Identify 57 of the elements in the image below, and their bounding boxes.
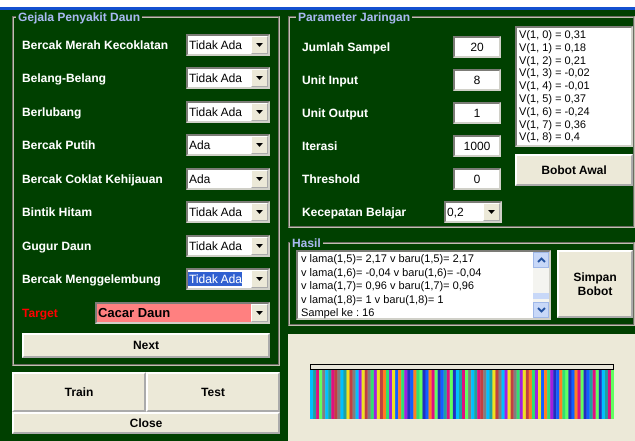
group-title: Hasil <box>291 236 322 250</box>
field-label: Belang-Belang <box>22 71 106 86</box>
dropdown[interactable]: Tidak Ada <box>186 100 270 123</box>
next-button[interactable]: Next <box>22 332 270 358</box>
list-item[interactable]: V(1, 6) = -0,24 <box>519 106 629 119</box>
list-item[interactable]: V(1, 2) = 0,21 <box>519 54 629 68</box>
dropdown[interactable]: Ada <box>186 168 270 190</box>
list-item[interactable]: V(1, 8) = 0,4 <box>519 131 629 144</box>
list-item[interactable]: V(1, 0) = 0,31 <box>519 29 629 42</box>
field-label: Iterasi <box>302 138 338 152</box>
dropdown[interactable]: 0,2 <box>444 200 502 222</box>
dropdown[interactable]: Tidak Ada <box>186 268 270 290</box>
field-label: Threshold <box>302 172 360 186</box>
list-item[interactable]: V(1, 3) = -0,02 <box>519 67 629 80</box>
field-label: Gugur Daun <box>22 238 92 253</box>
field-label: Bercak Merah Kecoklatan <box>22 38 168 52</box>
dropdown[interactable]: Tidak Ada <box>186 67 270 90</box>
list-item[interactable]: V(1, 4) = -0,01 <box>519 80 629 93</box>
input-field[interactable]: 1 <box>453 102 501 124</box>
action-button[interactable]: Train <box>12 372 146 412</box>
field-label: Bintik Hitam <box>22 205 92 220</box>
input-field[interactable]: 20 <box>453 36 501 58</box>
input-field[interactable]: 1000 <box>453 134 501 156</box>
action-button[interactable]: Close <box>12 412 280 434</box>
input-field[interactable]: 8 <box>453 68 501 90</box>
action-button[interactable]: Test <box>146 372 280 412</box>
field-label: Berlubang <box>22 104 82 119</box>
group-title: Gejala Penyakit Daun <box>17 10 142 24</box>
input-field[interactable]: 0 <box>453 168 501 190</box>
field-label: Unit Input <box>302 72 358 86</box>
field-label: Bercak Putih <box>22 138 96 152</box>
log-line: v lama(1,5)= 2,17 v baru(1,5)= 2,17 <box>301 253 476 266</box>
field-label: Bercak Coklat Kehijauan <box>22 172 163 186</box>
log-line: v lama(1,8)= 1 v baru(1,8)= 1 <box>301 294 444 307</box>
scroll-up-icon[interactable] <box>533 252 549 268</box>
log-line: v lama(1,7)= 0,96 v baru(1,7)= 0,96 <box>301 280 476 294</box>
group-title: Parameter Jaringan <box>297 10 412 24</box>
field-label: Unit Output <box>302 106 368 120</box>
dropdown[interactable]: Tidak Ada <box>186 201 270 224</box>
field-label: Bercak Menggelembung <box>22 272 161 286</box>
scroll-down-icon[interactable] <box>533 302 549 318</box>
field-label: Kecepatan Belajar <box>302 204 406 218</box>
scrollbar[interactable] <box>533 252 549 318</box>
initial-weights-button[interactable]: Bobot Awal <box>515 154 633 186</box>
list-item[interactable]: V(1, 5) = 0,37 <box>519 92 629 106</box>
dropdown[interactable]: Cacar Daun <box>95 302 270 324</box>
list-item[interactable]: V(1, 1) = 0,18 <box>519 42 629 55</box>
dropdown[interactable]: Tidak Ada <box>186 34 270 56</box>
dropdown[interactable]: Ada <box>186 134 270 156</box>
dropdown[interactable]: Tidak Ada <box>186 234 270 257</box>
save-weights-button[interactable]: Simpan Bobot <box>557 250 633 318</box>
list-item[interactable]: V(1, 7) = 0,36 <box>519 118 629 132</box>
log-line: Sampel ke : 16 <box>301 307 376 320</box>
field-label: Target <box>22 306 58 320</box>
field-label: Jumlah Sampel <box>302 40 390 54</box>
log-line: v lama(1,6)= -0,04 v baru(1,6)= -0,04 <box>301 266 482 280</box>
scroll-thumb[interactable] <box>533 293 549 299</box>
